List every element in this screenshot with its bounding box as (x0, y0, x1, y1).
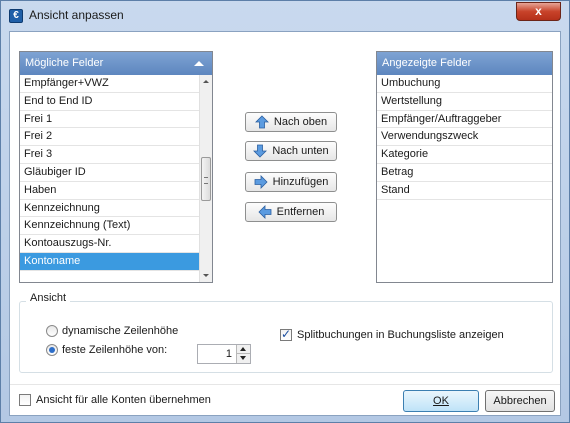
move-up-button[interactable]: Nach oben (245, 112, 337, 132)
list-item[interactable]: Umbuchung (377, 75, 552, 93)
dynamic-row-height-label[interactable]: dynamische Zeilenhöhe (62, 325, 178, 337)
available-fields-header-label: Mögliche Felder (25, 57, 104, 69)
apply-all-accounts-checkbox[interactable] (19, 394, 31, 406)
sort-ascending-icon (194, 61, 204, 66)
row-height-value[interactable]: 1 (226, 348, 232, 360)
add-button[interactable]: Hinzufügen (245, 172, 337, 192)
list-item[interactable]: Kennzeichnung (20, 200, 199, 218)
dialog-client-area: Mögliche Felder Empfänger+VWZ End to End… (9, 31, 561, 416)
list-item[interactable]: Frei 3 (20, 146, 199, 164)
arrow-left-icon (258, 205, 272, 219)
list-item[interactable]: Kategorie (377, 146, 552, 164)
add-label: Hinzufügen (272, 176, 329, 188)
list-item[interactable]: Wertstellung (377, 93, 552, 111)
scroll-down-icon[interactable] (200, 269, 212, 282)
apply-all-accounts-label[interactable]: Ansicht für alle Konten übernehmen (36, 394, 211, 406)
stepper-buttons (236, 345, 250, 363)
displayed-fields-header[interactable]: Angezeigte Felder (377, 52, 552, 75)
fixed-row-height-label[interactable]: feste Zeilenhöhe von: (62, 344, 167, 356)
split-bookings-checkbox[interactable] (280, 327, 292, 341)
move-up-label: Nach oben (273, 116, 328, 128)
row-height-stepper[interactable]: 1 (197, 344, 251, 364)
available-fields-header[interactable]: Mögliche Felder (20, 52, 212, 75)
title-bar[interactable]: € Ansicht anpassen x (1, 1, 569, 30)
list-item[interactable]: End to End ID (20, 93, 199, 111)
available-fields-scrollbar[interactable] (199, 75, 212, 282)
list-item[interactable]: Frei 2 (20, 128, 199, 147)
dialog-window: € Ansicht anpassen x Mögliche Felder Emp… (0, 0, 570, 423)
close-button[interactable]: x (516, 2, 561, 21)
move-down-button[interactable]: Nach unten (245, 141, 337, 161)
displayed-fields-header-label: Angezeigte Felder (382, 57, 472, 69)
fixed-row-height-radio[interactable] (46, 344, 58, 356)
list-item[interactable]: Frei 1 (20, 111, 199, 129)
displayed-fields-rows: Umbuchung Wertstellung Empfänger/Auftrag… (377, 75, 552, 200)
list-item[interactable]: Stand (377, 182, 552, 200)
arrow-up-icon (254, 115, 269, 129)
scroll-thumb[interactable] (201, 157, 211, 201)
displayed-fields-list[interactable]: Angezeigte Felder Umbuchung Wertstellung… (376, 51, 553, 283)
dynamic-row-height-radio[interactable] (46, 325, 58, 337)
list-item[interactable]: Kennzeichnung (Text) (20, 217, 199, 236)
window-title: Ansicht anpassen (29, 8, 124, 22)
available-fields-rows: Empfänger+VWZ End to End ID Frei 1 Frei … (20, 75, 199, 271)
list-item[interactable]: Haben (20, 182, 199, 200)
view-group-legend: Ansicht (26, 292, 71, 304)
list-item[interactable]: Kontoauszugs-Nr. (20, 235, 199, 253)
list-item[interactable]: Empfänger/Auftraggeber (377, 111, 552, 129)
available-fields-list[interactable]: Mögliche Felder Empfänger+VWZ End to End… (19, 51, 213, 283)
stepper-up-icon[interactable] (237, 345, 250, 354)
list-item[interactable]: Betrag (377, 164, 552, 182)
stepper-down-icon[interactable] (237, 354, 250, 363)
arrow-down-icon (253, 144, 268, 158)
arrow-right-icon (254, 175, 268, 189)
cancel-button[interactable]: Abbrechen (485, 390, 555, 412)
footer-divider (10, 384, 560, 385)
list-item[interactable]: Verwendungszweck (377, 128, 552, 147)
list-item[interactable]: Gläubiger ID (20, 164, 199, 182)
remove-label: Entfernen (276, 206, 325, 218)
ok-button[interactable]: OK (403, 390, 479, 412)
move-down-label: Nach unten (272, 145, 329, 157)
list-item[interactable]: Empfänger+VWZ (20, 75, 199, 93)
scroll-up-icon[interactable] (200, 75, 212, 88)
list-item-selected[interactable]: Kontoname (20, 252, 199, 271)
split-bookings-label[interactable]: Splitbuchungen in Buchungsliste anzeigen (297, 329, 504, 341)
app-euro-icon: € (9, 9, 23, 23)
remove-button[interactable]: Entfernen (245, 202, 337, 222)
